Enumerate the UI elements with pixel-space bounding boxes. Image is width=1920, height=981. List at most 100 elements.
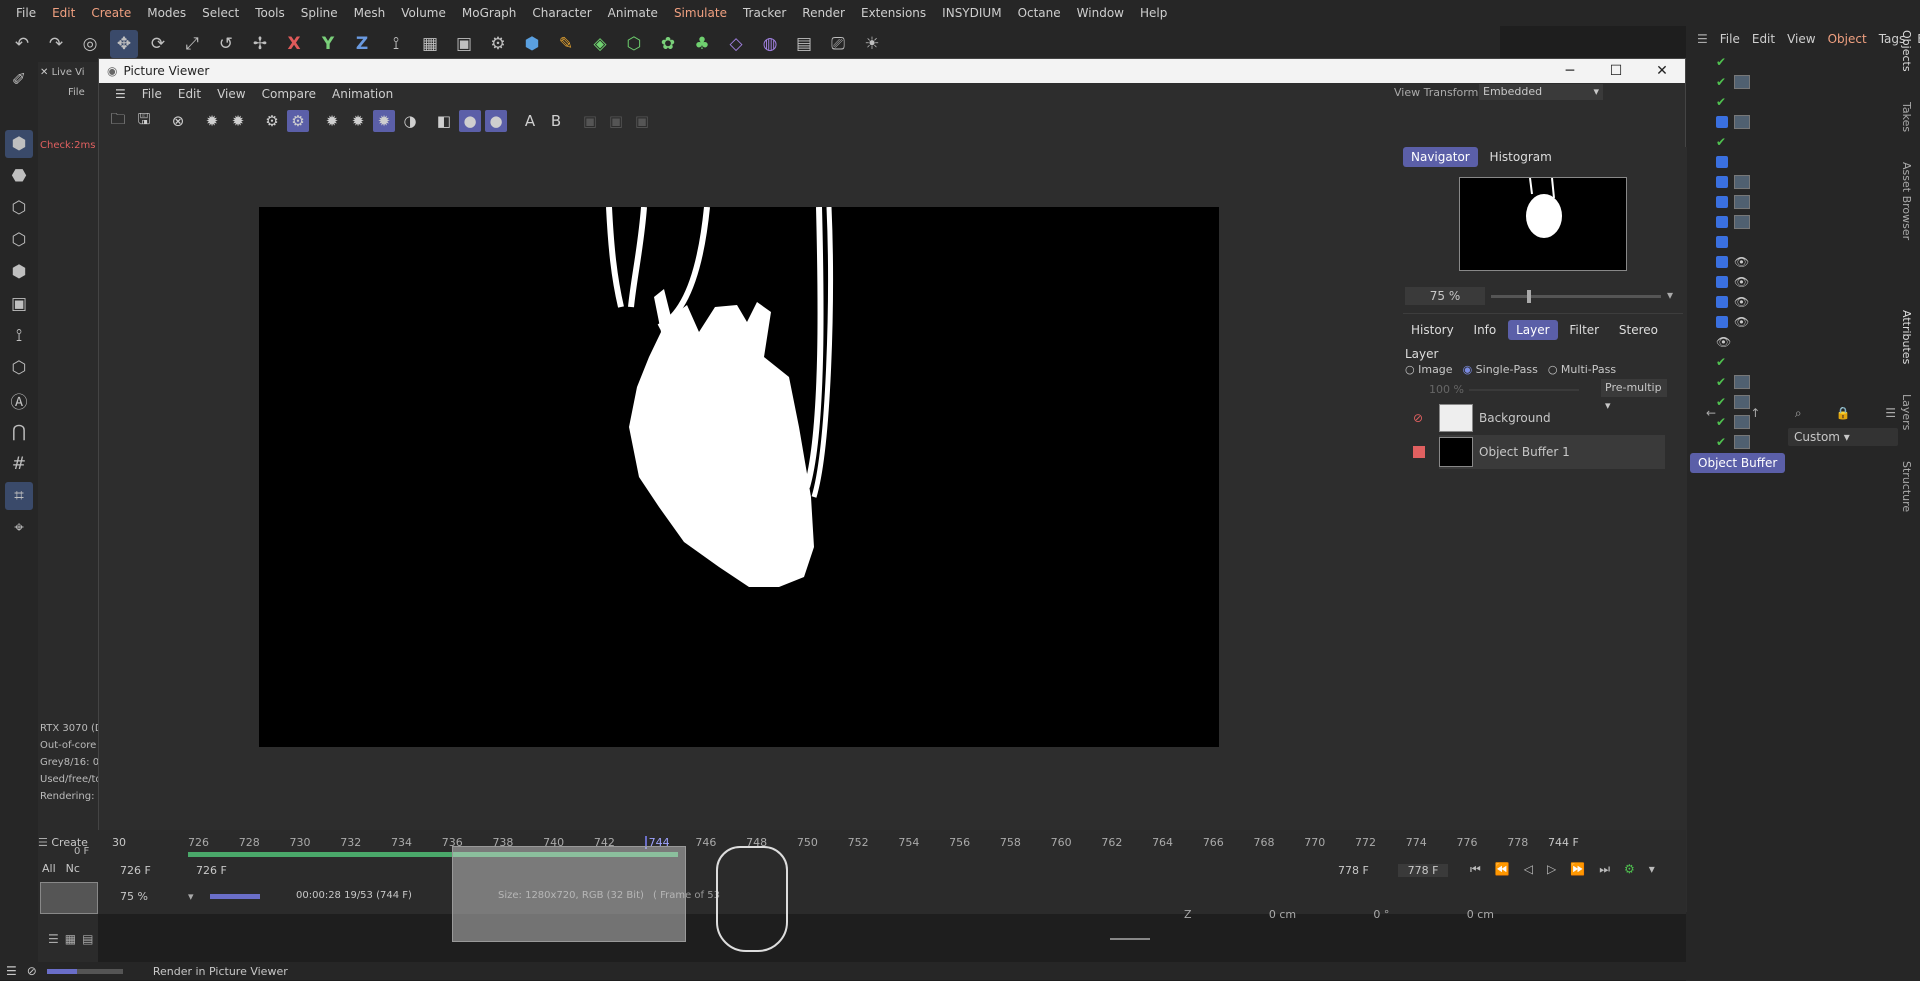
menu-spline[interactable]: Spline — [293, 0, 346, 26]
viewer-menu-animation[interactable]: Animation — [324, 87, 401, 101]
navigator-preview[interactable] — [1459, 177, 1627, 271]
object-row[interactable]: ✔ — [1706, 352, 1920, 372]
object-row[interactable]: 👁 — [1706, 312, 1920, 332]
zoom-dropdown-icon[interactable]: ▾ — [188, 890, 194, 903]
save-icon[interactable]: 🖫 — [133, 110, 155, 132]
channel-b-icon[interactable]: ✹ — [373, 110, 395, 132]
viewer-zoom-field[interactable]: 75 % — [120, 890, 148, 903]
menu-volume[interactable]: Volume — [393, 0, 454, 26]
filter-icon[interactable]: ☰ — [1885, 406, 1896, 421]
compare-b-icon[interactable]: ● — [485, 110, 507, 132]
loop-icon[interactable]: ⚙ — [1624, 862, 1635, 877]
undo-icon[interactable]: ↶ — [8, 30, 36, 58]
check-icon[interactable]: ✔ — [1716, 76, 1728, 88]
tab-history[interactable]: History — [1403, 320, 1462, 340]
objects-menu-edit[interactable]: Edit — [1746, 32, 1781, 46]
timeline-dropdown-icon[interactable]: ▾ — [1649, 862, 1655, 877]
swap-icon[interactable]: ▣ — [579, 110, 601, 132]
object-row[interactable]: 👁 — [1706, 252, 1920, 272]
compare-icon[interactable]: ◧ — [433, 110, 455, 132]
object-row[interactable] — [1706, 192, 1920, 212]
floor-icon[interactable]: ▤ — [790, 30, 818, 58]
cloner-icon[interactable]: ⬡ — [620, 30, 648, 58]
workplane-icon[interactable]: ⌖ — [5, 514, 33, 542]
play-icon[interactable]: ▷ — [1547, 862, 1556, 877]
start-frame-field[interactable]: 726 F — [120, 864, 151, 877]
layer-row-object-buffer[interactable]: Object Buffer 1 — [1413, 435, 1665, 469]
eye-icon[interactable]: 👁 — [1734, 255, 1749, 269]
end-frame-field[interactable]: 778 F — [1338, 864, 1369, 877]
opacity-slider[interactable] — [1469, 389, 1579, 391]
edge-mode-icon[interactable]: ⬡ — [5, 226, 33, 254]
tab-objects[interactable]: Objects — [1900, 30, 1913, 72]
radio-single-pass[interactable]: ◉ Single-Pass — [1463, 363, 1538, 376]
axis-icon[interactable]: ⟟ — [5, 322, 33, 350]
end-frame-field-2[interactable]: 778 F — [1398, 864, 1448, 877]
uv-mode-icon[interactable]: ▣ — [5, 290, 33, 318]
menu-edit[interactable]: Edit — [44, 0, 83, 26]
tab-takes[interactable]: Takes — [1900, 102, 1913, 132]
open-icon[interactable]: 🗀 — [107, 110, 129, 132]
objects-menu-view[interactable]: View — [1781, 32, 1821, 46]
rotate-icon[interactable]: ⟳ — [144, 30, 172, 58]
grid-view-icon[interactable]: ▦ — [65, 932, 76, 946]
menu-render[interactable]: Render — [794, 0, 853, 26]
menu-tools[interactable]: Tools — [247, 0, 293, 26]
b-icon[interactable]: B — [545, 110, 567, 132]
render-canvas[interactable] — [259, 206, 1219, 747]
prev-key-icon[interactable]: ⏪ — [1495, 862, 1510, 877]
menu-file[interactable]: File — [8, 0, 44, 26]
zoom-slider[interactable] — [1491, 290, 1661, 303]
zoom-dropdown-icon[interactable]: ▾ — [1667, 288, 1673, 302]
menu-animate[interactable]: Animate — [600, 0, 666, 26]
hamburger-icon[interactable]: ☰ — [107, 87, 134, 101]
radio-image[interactable]: ○ Image — [1405, 363, 1453, 376]
object-row[interactable]: 👁 — [1706, 292, 1920, 312]
reset-icon[interactable]: ↺ — [212, 30, 240, 58]
check-icon[interactable]: ✔ — [1716, 56, 1728, 68]
diff-icon[interactable]: ▣ — [605, 110, 627, 132]
menu-select[interactable]: Select — [194, 0, 247, 26]
tweak-icon[interactable]: ⬡ — [5, 354, 33, 382]
list-view-icon[interactable]: ☰ — [48, 932, 59, 946]
object-mode-icon[interactable]: ⬣ — [5, 162, 33, 190]
stop-icon[interactable]: ⊗ — [167, 110, 189, 132]
menu-octane[interactable]: Octane — [1010, 0, 1069, 26]
tab-filter[interactable]: Filter — [1561, 320, 1607, 340]
search-icon[interactable]: ⌕ — [1795, 406, 1802, 421]
menu-extensions[interactable]: Extensions — [853, 0, 934, 26]
layer-row-background[interactable]: ⊘ Background — [1413, 403, 1685, 433]
menu-mesh[interactable]: Mesh — [346, 0, 394, 26]
check-icon[interactable]: ✔ — [1716, 356, 1728, 368]
blend-mode-select[interactable]: Pre-multip ▾ — [1601, 379, 1667, 412]
settings-icon[interactable]: ⚙ — [261, 110, 283, 132]
tab-layers[interactable]: Layers — [1900, 394, 1913, 430]
attributes-mode-select[interactable]: Custom ▾ — [1788, 428, 1898, 446]
visibility-on-icon[interactable] — [1413, 446, 1425, 458]
radio-multi-pass[interactable]: ○ Multi-Pass — [1548, 363, 1616, 376]
z-axis-icon[interactable]: Z — [348, 30, 376, 58]
y-axis-icon[interactable]: Y — [314, 30, 342, 58]
object-row[interactable]: ✔ — [1706, 132, 1920, 152]
zoom-slider-handle[interactable] — [1527, 290, 1531, 303]
subdivision-icon[interactable]: ◈ — [586, 30, 614, 58]
render-settings-icon[interactable]: ⚙ — [484, 30, 512, 58]
tab-histogram[interactable]: Histogram — [1482, 147, 1560, 167]
camera-icon[interactable]: ⎚ — [824, 30, 852, 58]
menu-insydium[interactable]: INSYDIUM — [934, 0, 1009, 26]
material-thumbnail[interactable] — [40, 882, 98, 914]
object-row[interactable]: ✔ — [1706, 92, 1920, 112]
go-end-icon[interactable]: ⏭ — [1599, 862, 1610, 877]
filter-all[interactable]: All — [42, 862, 56, 875]
snap-grid-icon[interactable]: ⌗ — [5, 482, 33, 510]
next-frame-icon[interactable]: ⏩ — [1570, 862, 1585, 877]
check-icon[interactable]: ✔ — [1716, 136, 1728, 148]
eye-icon[interactable]: 👁 — [1716, 335, 1731, 349]
render-icon-1[interactable]: ✹ — [201, 110, 223, 132]
start-frame-field-2[interactable]: 726 F — [196, 864, 227, 877]
minimize-icon[interactable]: ─ — [1547, 59, 1593, 83]
eye-icon[interactable]: 👁 — [1734, 295, 1749, 309]
tab-stereo[interactable]: Stereo — [1611, 320, 1666, 340]
coord-size[interactable]: 0 cm — [1467, 908, 1494, 921]
channel-r-icon[interactable]: ✹ — [321, 110, 343, 132]
